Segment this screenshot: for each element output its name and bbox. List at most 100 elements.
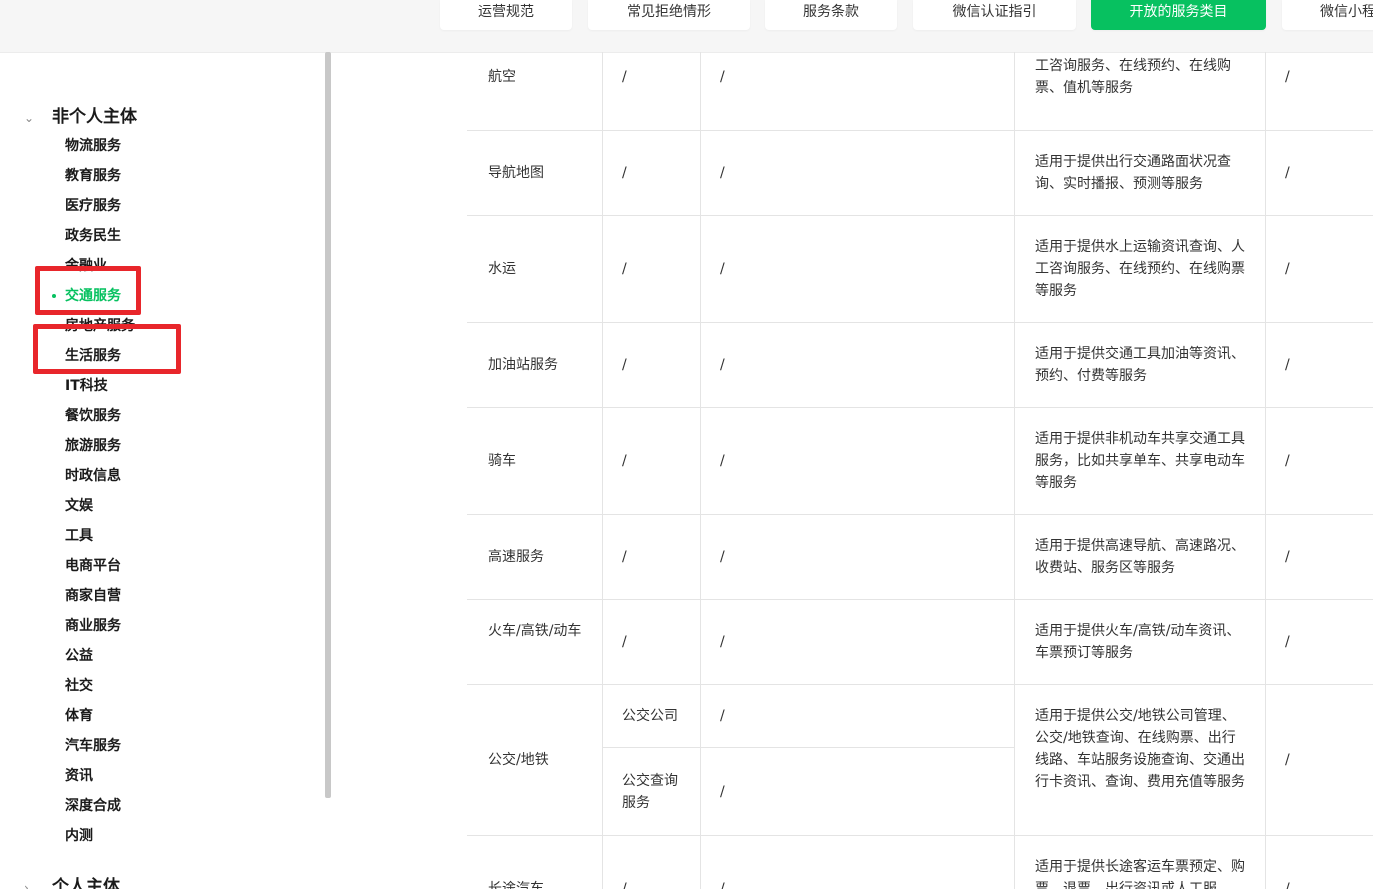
tab-open-service-categories[interactable]: 开放的服务类目 <box>1091 0 1266 30</box>
group-non-individual[interactable]: ⌄ 非个人主体 <box>24 102 137 127</box>
table-cell: / <box>622 69 627 85</box>
row-divider <box>467 684 1373 685</box>
table-cell: / <box>1285 69 1290 85</box>
column-divider <box>1014 52 1015 889</box>
sidebar-item-medical[interactable]: 医疗服务 <box>65 196 121 216</box>
table-cell-name: 火车/高铁/动车 <box>488 623 582 639</box>
table-cell-description: 适用于提供公交/地铁公司管理、公交/地铁查询、在线购票、出行线路、车站服务设施查… <box>1035 708 1245 790</box>
table-cell-subcategory: 公交查询服务 <box>622 773 678 811</box>
table-cell: / <box>720 881 725 889</box>
table-cell: / <box>720 357 725 373</box>
sidebar-item-government[interactable]: 政务民生 <box>65 226 121 246</box>
sidebar-item-transport[interactable]: 交通服务 <box>52 286 121 306</box>
row-divider <box>467 322 1373 323</box>
top-tab-bar: 运营规范 常见拒绝情形 服务条款 微信认证指引 开放的服务类目 微信小程 <box>0 0 1373 53</box>
sidebar-item-merchant[interactable]: 商家自营 <box>65 586 121 606</box>
table-cell-description: 适用于提供长途客运车票预定、购票、退票、出行资讯或人工服 <box>1035 859 1245 889</box>
table-cell-name: 航空 <box>488 69 516 85</box>
table-cell: / <box>720 708 725 724</box>
table-cell-name: 骑车 <box>488 453 516 469</box>
table-cell-description: 适用于提供高速导航、高速路况、收费站、服务区等服务 <box>1035 538 1245 576</box>
sidebar-item-life-services[interactable]: 生活服务 <box>65 346 121 366</box>
sidebar-item-real-estate[interactable]: 房地产服务 <box>65 316 135 336</box>
sidebar-item-tools[interactable]: 工具 <box>65 526 93 546</box>
sidebar-item-automotive[interactable]: 汽车服务 <box>65 736 121 756</box>
table-cell-description: 适用于提供航空客运资讯查询、人工咨询服务、在线预约、在线购票、值机等服务 <box>1035 58 1231 96</box>
row-divider <box>467 215 1373 216</box>
sidebar-item-education[interactable]: 教育服务 <box>65 166 121 186</box>
row-divider <box>467 599 1373 600</box>
sidebar-item-beta[interactable]: 内测 <box>65 826 93 846</box>
sidebar-item-charity[interactable]: 公益 <box>65 646 93 666</box>
table-cell: / <box>622 357 627 373</box>
table-cell-description: 适用于提供交通工具加油等资讯、预约、付费等服务 <box>1035 346 1245 384</box>
table-cell: / <box>622 261 627 277</box>
sidebar-item-entertainment[interactable]: 文娱 <box>65 496 93 516</box>
sidebar-item-travel[interactable]: 旅游服务 <box>65 436 121 456</box>
sidebar-item-current-affairs[interactable]: 时政信息 <box>65 466 121 486</box>
table-cell: / <box>720 784 725 800</box>
table-cell: / <box>1285 357 1290 373</box>
table-cell: / <box>1285 634 1290 650</box>
sidebar-item-social[interactable]: 社交 <box>65 676 93 696</box>
column-divider <box>602 52 603 889</box>
sidebar-item-deep-synthesis[interactable]: 深度合成 <box>65 796 121 816</box>
row-divider <box>467 514 1373 515</box>
sidebar-item-catering[interactable]: 餐饮服务 <box>65 406 121 426</box>
table-cell: / <box>1285 881 1290 889</box>
tab-wechat-certification[interactable]: 微信认证指引 <box>913 0 1076 30</box>
active-dot-icon <box>52 294 56 298</box>
table-cell: / <box>622 549 627 565</box>
table-cell: / <box>1285 261 1290 277</box>
row-divider <box>467 130 1373 131</box>
tab-wechat-miniprogram[interactable]: 微信小程 <box>1282 0 1373 30</box>
sidebar-item-ecommerce[interactable]: 电商平台 <box>65 556 121 576</box>
table-cell-name: 高速服务 <box>488 549 544 565</box>
sidebar-item-it-tech[interactable]: IT科技 <box>65 376 108 396</box>
table-cell: / <box>622 881 627 889</box>
tab-operation-rules[interactable]: 运营规范 <box>440 0 572 30</box>
table-cell: / <box>720 69 725 85</box>
table-cell-name: 公交/地铁 <box>488 752 549 768</box>
table-cell-description: 适用于提供出行交通路面状况查询、实时播报、预测等服务 <box>1035 154 1231 192</box>
category-sidebar: ⌄ 非个人主体 物流服务 教育服务 医疗服务 政务民生 金融业 交通服务 房地产服… <box>0 52 325 889</box>
group-individual[interactable]: › 个人主体 <box>24 872 120 889</box>
column-divider <box>1265 52 1266 889</box>
row-subdivider <box>602 747 1015 748</box>
sidebar-item-sports[interactable]: 体育 <box>65 706 93 726</box>
row-divider <box>467 835 1373 836</box>
chevron-right-icon: › <box>24 881 29 889</box>
tab-common-rejections[interactable]: 常见拒绝情形 <box>588 0 750 30</box>
table-cell: / <box>1285 752 1290 768</box>
column-divider <box>700 52 701 889</box>
table-cell-subcategory: 公交公司 <box>622 708 678 724</box>
sidebar-item-label: 交通服务 <box>65 288 121 304</box>
chevron-down-icon: ⌄ <box>24 111 35 125</box>
table-cell-description: 适用于提供水上运输资讯查询、人工咨询服务、在线预约、在线购票等服务 <box>1035 239 1245 299</box>
table-cell: / <box>720 634 725 650</box>
table-cell-name: 导航地图 <box>488 165 544 181</box>
table-cell: / <box>720 261 725 277</box>
table-cell-name: 长途汽车 <box>488 881 544 889</box>
table-cell-description: 适用于提供火车/高铁/动车资讯、车票预订等服务 <box>1035 623 1241 661</box>
sidebar-item-news[interactable]: 资讯 <box>65 766 93 786</box>
table-cell: / <box>622 634 627 650</box>
table-cell-name: 加油站服务 <box>488 357 558 373</box>
sidebar-item-finance[interactable]: 金融业 <box>65 256 107 276</box>
row-divider <box>467 407 1373 408</box>
sidebar-scrollbar[interactable] <box>325 52 331 798</box>
sidebar-item-logistics[interactable]: 物流服务 <box>65 136 121 156</box>
tab-service-terms[interactable]: 服务条款 <box>765 0 897 30</box>
group-title: 非个人主体 <box>52 107 137 127</box>
table-cell: / <box>622 165 627 181</box>
table-cell: / <box>622 453 627 469</box>
service-category-table: 航空 / / 适用于提供航空客运资讯查询、人工咨询服务、在线预约、在线购票、值机… <box>467 52 1373 889</box>
table-cell-name: 水运 <box>488 261 516 277</box>
table-cell: / <box>1285 165 1290 181</box>
table-cell: / <box>720 453 725 469</box>
sidebar-item-business[interactable]: 商业服务 <box>65 616 121 636</box>
table-cell-description: 适用于提供非机动车共享交通工具服务，比如共享单车、共享电动车等服务 <box>1035 431 1245 491</box>
table-cell: / <box>720 165 725 181</box>
table-cell: / <box>1285 549 1290 565</box>
table-cell: / <box>720 549 725 565</box>
